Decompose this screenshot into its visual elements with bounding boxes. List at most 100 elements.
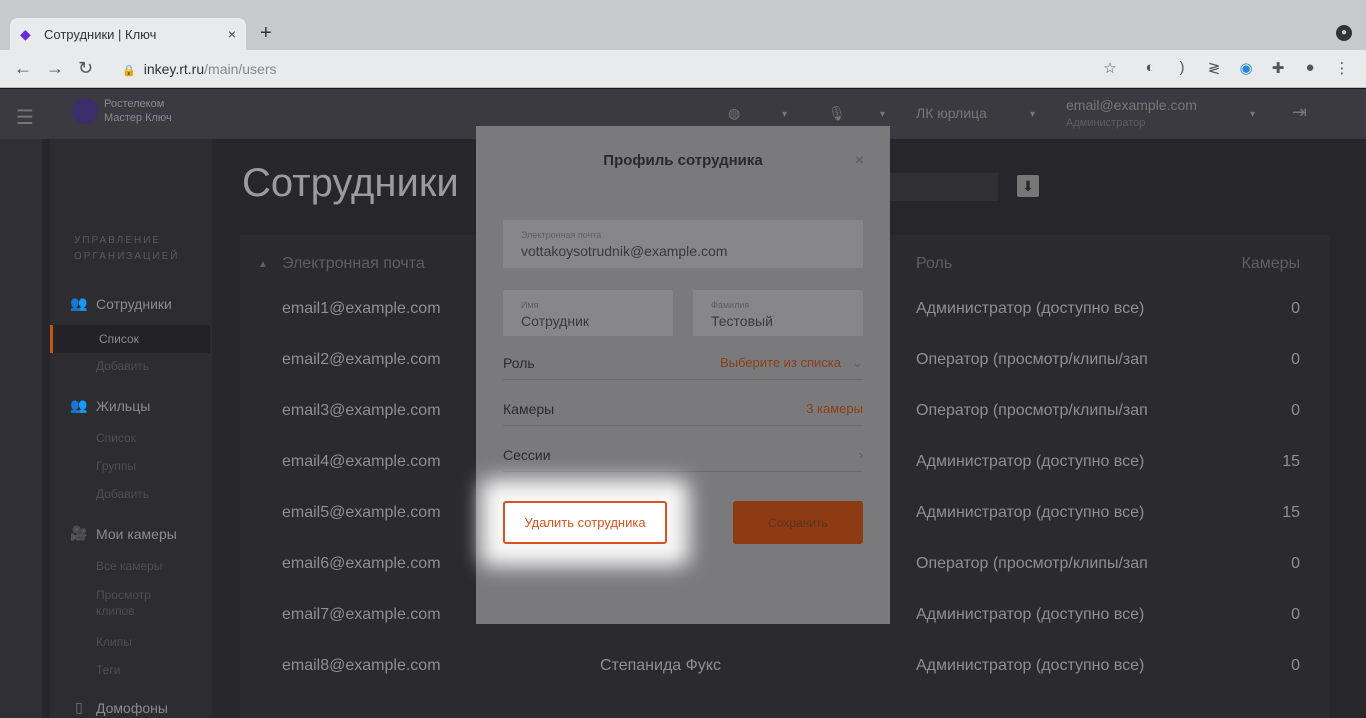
bookmark-star-icon[interactable]: ☆ bbox=[1100, 59, 1120, 79]
reload-icon[interactable]: ↻ bbox=[78, 58, 93, 79]
cell-cameras: 0 bbox=[1291, 351, 1300, 368]
logo-line-2: Мастер Ключ bbox=[104, 112, 172, 124]
last-name-field[interactable]: Фамилия Тестовый bbox=[693, 290, 863, 336]
sidebar-subitem-employees-add[interactable]: Добавить bbox=[96, 359, 149, 373]
cell-cameras: 15 bbox=[1282, 453, 1300, 470]
cell-name: Степанида Фукс bbox=[600, 657, 721, 674]
sessions-row[interactable]: Сессии › bbox=[503, 440, 863, 472]
sidebar-subitem-cameras-clips[interactable]: Клипы bbox=[96, 635, 132, 649]
cell-cameras: 0 bbox=[1291, 300, 1300, 317]
logo-mark-icon bbox=[72, 98, 98, 124]
column-header-role[interactable]: Роль bbox=[916, 255, 952, 273]
extension-icon[interactable]: ◉ bbox=[1236, 59, 1256, 79]
sessions-label: Сессии bbox=[503, 447, 551, 463]
chevron-down-icon[interactable]: ▾ bbox=[1030, 109, 1035, 120]
chevron-down-icon[interactable]: ▾ bbox=[1250, 109, 1255, 120]
cell-email: email8@example.com bbox=[282, 657, 441, 674]
extension-icon[interactable]: ≷ bbox=[1204, 59, 1224, 79]
column-header-cameras[interactable]: Камеры bbox=[1241, 255, 1300, 273]
user-email: email@example.com bbox=[1066, 97, 1197, 113]
cell-role: Администратор (доступно все) bbox=[916, 300, 1145, 317]
sidebar-subitem-residents-add[interactable]: Добавить bbox=[96, 487, 149, 501]
url-path: /main/users bbox=[204, 61, 277, 77]
sidebar-subitem-cameras-all[interactable]: Все камеры bbox=[96, 559, 162, 573]
cameras-label: Камеры bbox=[503, 401, 555, 417]
cell-email: email5@example.com bbox=[282, 504, 441, 521]
sort-icon[interactable]: ▲ bbox=[258, 259, 268, 270]
chevron-down-icon[interactable]: ▾ bbox=[782, 109, 787, 120]
browser-tab[interactable]: ◆ Сотрудники | Ключ × bbox=[10, 18, 246, 50]
cell-cameras: 0 bbox=[1291, 402, 1300, 419]
role-label: Роль bbox=[503, 355, 535, 371]
window-menu-icon[interactable]: ● bbox=[1336, 25, 1352, 41]
users-icon: 👥 bbox=[70, 295, 88, 311]
url-host: inkey.rt.ru bbox=[143, 61, 205, 77]
sidebar-subitem-residents-groups[interactable]: Группы bbox=[96, 459, 136, 473]
modal-title: Профиль сотрудника bbox=[603, 152, 763, 169]
cameras-value: 3 камеры bbox=[806, 401, 863, 416]
menu-icon[interactable]: ☰ bbox=[16, 105, 34, 130]
email-field[interactable]: Электронная почта vottakoysotrudnik@exam… bbox=[503, 220, 863, 268]
account-selector[interactable]: ЛК юрлица bbox=[916, 105, 987, 121]
logo-line-1: Ростелеком bbox=[104, 98, 165, 110]
cell-role: Администратор (доступно все) bbox=[916, 606, 1145, 623]
globe-icon[interactable]: ◍ bbox=[728, 105, 740, 122]
tab-close-icon[interactable]: × bbox=[228, 26, 236, 42]
profile-avatar-icon[interactable]: ● bbox=[1300, 59, 1320, 79]
chevron-down-icon: ⌄ bbox=[852, 355, 863, 370]
first-name-field[interactable]: Имя Сотрудник bbox=[503, 290, 673, 336]
close-icon[interactable]: × bbox=[855, 152, 864, 170]
last-name-label: Фамилия bbox=[711, 300, 750, 310]
cell-role: Администратор (доступно все) bbox=[916, 453, 1145, 470]
role-select[interactable]: Роль Выберите из списка ⌄ bbox=[503, 348, 863, 380]
camera-icon: 🎥 bbox=[70, 525, 88, 541]
cell-email: email7@example.com bbox=[282, 606, 441, 623]
sidebar: УПРАВЛЕНИЕ ОРГАНИЗАЦИЕЙ 👥 Сотрудники Спис… bbox=[50, 139, 212, 718]
sidebar-item-intercoms[interactable]: ▯ Домофоны bbox=[70, 699, 168, 716]
save-button[interactable]: Сохранить bbox=[733, 501, 863, 544]
download-icon[interactable]: ⬇ bbox=[1017, 175, 1039, 197]
sidebar-item-employees[interactable]: 👥 Сотрудники bbox=[70, 295, 172, 312]
logo[interactable]: Ростелеком Мастер Ключ bbox=[72, 97, 172, 125]
cell-email: email4@example.com bbox=[282, 453, 441, 470]
favicon-icon: ◆ bbox=[20, 26, 31, 42]
forward-icon[interactable]: → bbox=[46, 58, 64, 79]
address-bar[interactable]: 🔒 inkey.rt.ru/main/users bbox=[112, 57, 1132, 81]
chevron-down-icon[interactable]: ▾ bbox=[880, 109, 885, 120]
sidebar-subitem-employees-list[interactable]: Список bbox=[50, 325, 210, 353]
cameras-row[interactable]: Камеры 3 камеры bbox=[503, 394, 863, 426]
extension-icon[interactable]: ◐ bbox=[1140, 59, 1160, 79]
employee-profile-modal: Профиль сотрудника × Электронная почта v… bbox=[476, 126, 890, 624]
cell-role: Оператор (просмотр/клипы/зап bbox=[916, 351, 1148, 368]
cell-cameras: 15 bbox=[1282, 504, 1300, 521]
extensions-puzzle-icon[interactable]: ✚ bbox=[1268, 59, 1288, 79]
browser-tab-bar: ◆ Сотрудники | Ключ × + ● bbox=[0, 0, 1366, 50]
tab-title: Сотрудники | Ключ bbox=[44, 26, 157, 42]
sidebar-rail bbox=[0, 139, 42, 718]
sidebar-item-residents[interactable]: 👥 Жильцы bbox=[70, 397, 150, 414]
sidebar-subitem-cameras-tags[interactable]: Теги bbox=[96, 663, 120, 677]
new-tab-button[interactable]: + bbox=[260, 22, 272, 45]
email-field-label: Электронная почта bbox=[521, 230, 602, 240]
sidebar-item-cameras[interactable]: 🎥 Мои камеры bbox=[70, 525, 177, 542]
table-row[interactable]: email8@example.com Степанида Фукс Админи… bbox=[240, 642, 1330, 693]
sidebar-subitem-residents-list[interactable]: Список bbox=[96, 431, 136, 445]
back-icon[interactable]: ← bbox=[14, 58, 32, 79]
search-input[interactable] bbox=[880, 173, 998, 201]
logout-icon[interactable]: ⇥ bbox=[1292, 102, 1307, 123]
delete-employee-button[interactable]: Удалить сотрудника bbox=[503, 501, 667, 544]
cell-email: email3@example.com bbox=[282, 402, 441, 419]
cell-email: email6@example.com bbox=[282, 555, 441, 572]
cell-role: Администратор (доступно все) bbox=[916, 504, 1145, 521]
extension-icon[interactable]: ) bbox=[1172, 59, 1192, 79]
sidebar-subitem-cameras-view-clips[interactable]: Просмотр клипов bbox=[96, 587, 151, 619]
microphone-icon[interactable]: 🎙 bbox=[828, 105, 846, 122]
column-header-email[interactable]: Электронная почта bbox=[282, 255, 425, 273]
intercom-icon: ▯ bbox=[75, 699, 83, 715]
cell-email: email1@example.com bbox=[282, 300, 441, 317]
user-menu[interactable]: email@example.com Администратор bbox=[1066, 96, 1197, 132]
email-field-value: vottakoysotrudnik@example.com bbox=[521, 243, 728, 259]
cell-role: Оператор (просмотр/клипы/зап bbox=[916, 555, 1148, 572]
browser-menu-icon[interactable]: ⋮ bbox=[1332, 59, 1352, 79]
role-value: Выберите из списка bbox=[719, 355, 841, 370]
